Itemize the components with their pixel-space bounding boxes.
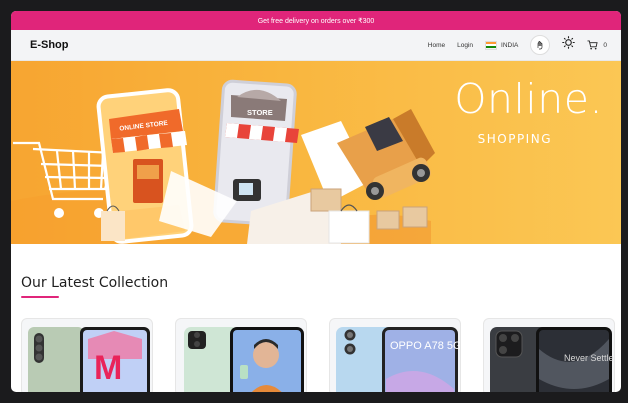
cart-count: 0 bbox=[603, 41, 607, 49]
country-selector[interactable]: INDIA bbox=[485, 40, 519, 50]
promo-bar: Get free delivery on orders over ₹300 bbox=[11, 11, 621, 30]
product-grid: M OPPO A78 5G Never Settle bbox=[21, 318, 621, 392]
product-screen-text: M bbox=[94, 349, 122, 387]
section-title: Our Latest Collection bbox=[21, 275, 169, 291]
product-image: OPPO A78 5G bbox=[336, 327, 460, 392]
nav-link-home[interactable]: Home bbox=[428, 42, 445, 49]
product-card[interactable]: M bbox=[21, 318, 153, 392]
nav-link-login[interactable]: Login bbox=[457, 42, 473, 49]
navbar: E-Shop Home Login INDIA 0 bbox=[11, 30, 621, 61]
promo-text: Get free delivery on orders over ₹300 bbox=[257, 17, 375, 25]
brand-logo[interactable]: E-Shop bbox=[30, 39, 69, 51]
banner-subtitle: SHOPPING bbox=[477, 132, 552, 146]
country-label: INDIA bbox=[501, 41, 519, 49]
product-card[interactable] bbox=[175, 318, 307, 392]
shop-sign-store: STORE bbox=[247, 108, 273, 117]
hero-banner[interactable]: ONLINE STORE STORE Online. SHOPPING bbox=[11, 61, 621, 244]
latest-collection-section: Our Latest Collection M OPPO A78 5G Neve… bbox=[11, 275, 621, 392]
cart-icon bbox=[587, 40, 598, 50]
banner-title: Online. bbox=[454, 75, 603, 123]
product-image: M bbox=[28, 327, 150, 392]
product-image: Never Settle bbox=[490, 327, 614, 392]
product-screen-text: Never Settle bbox=[564, 353, 614, 363]
product-screen-text: OPPO A78 5G bbox=[390, 340, 460, 352]
india-flag-icon bbox=[485, 40, 498, 50]
product-card[interactable]: Never Settle bbox=[483, 318, 615, 392]
product-card[interactable]: OPPO A78 5G bbox=[329, 318, 461, 392]
nav-actions: Home Login INDIA 0 bbox=[428, 35, 607, 55]
section-title-underline bbox=[21, 296, 59, 298]
theme-toggle-sun-icon[interactable] bbox=[562, 36, 576, 54]
browser-window: Get free delivery on orders over ₹300 E-… bbox=[11, 11, 621, 392]
product-image bbox=[184, 327, 304, 392]
voice-search-icon[interactable] bbox=[530, 35, 551, 55]
cart-button[interactable]: 0 bbox=[587, 40, 607, 50]
